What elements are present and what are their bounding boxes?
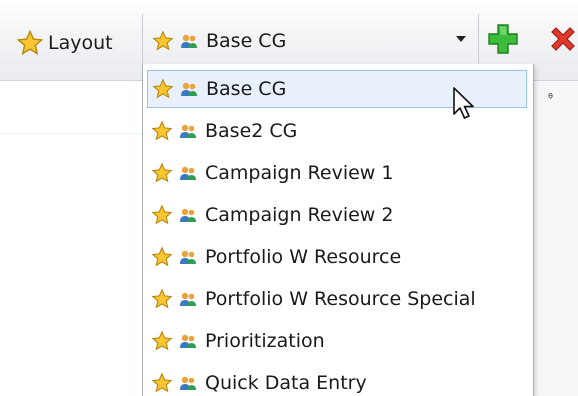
layout-dropdown-list: Base CG Base2 CG Campaign Review 1 Campa…	[142, 64, 534, 396]
dropdown-item-portfolio-w-resource-special[interactable]: Portfolio W Resource Special	[147, 280, 527, 318]
users-icon	[180, 376, 196, 390]
star-icon	[151, 330, 173, 351]
users-icon	[180, 250, 196, 264]
item-icons	[151, 246, 197, 268]
green-plus-icon	[488, 24, 518, 54]
list-item-label: Prioritization	[205, 330, 325, 352]
layout-label: Layout	[48, 32, 113, 54]
star-icon	[151, 162, 173, 183]
dropdown-item-portfolio-w-resource[interactable]: Portfolio W Resource	[147, 238, 527, 276]
star-icon	[151, 246, 173, 267]
star-icon	[151, 372, 173, 393]
toolbar-separator	[478, 14, 479, 70]
right-panel	[532, 81, 578, 396]
pin-icon[interactable]: ᶿ	[548, 92, 553, 107]
users-icon	[181, 82, 197, 96]
users-icon	[180, 166, 196, 180]
layout-select[interactable]: Base CG	[146, 12, 476, 70]
red-x-icon	[551, 27, 575, 51]
remove-layout-button[interactable]	[546, 22, 578, 56]
dropdown-item-campaign-review-1[interactable]: Campaign Review 1	[147, 154, 527, 192]
dropdown-item-prioritization[interactable]: Prioritization	[147, 322, 527, 360]
layout-button[interactable]: Layout	[16, 25, 113, 61]
list-item-label: Campaign Review 1	[205, 162, 394, 184]
left-panel	[0, 81, 142, 396]
star-icon	[151, 120, 173, 141]
add-layout-button[interactable]	[486, 22, 520, 56]
item-icons	[152, 78, 198, 100]
dropdown-item-quick-data-entry[interactable]: Quick Data Entry	[147, 364, 527, 396]
star-icon	[152, 78, 174, 99]
item-icons	[151, 288, 197, 310]
star-icon	[151, 288, 173, 309]
dropdown-item-base-cg[interactable]: Base CG	[147, 70, 527, 108]
dropdown-item-base2-cg[interactable]: Base2 CG	[147, 112, 527, 150]
list-item-label: Portfolio W Resource Special	[205, 288, 476, 310]
list-item-label: Base2 CG	[205, 120, 298, 142]
star-icon	[152, 30, 174, 51]
users-icon	[180, 124, 196, 138]
star-icon	[151, 204, 173, 225]
current-layout-value: Base CG	[206, 30, 287, 52]
toolbar-separator	[142, 14, 143, 70]
dropdown-item-campaign-review-2[interactable]: Campaign Review 2	[147, 196, 527, 234]
panel-divider	[0, 133, 142, 134]
combo-icons	[152, 30, 198, 52]
star-icon	[16, 29, 44, 55]
list-item-label: Campaign Review 2	[205, 204, 394, 226]
item-icons	[151, 162, 197, 184]
users-icon	[180, 292, 196, 306]
item-icons	[151, 204, 197, 226]
item-icons	[151, 120, 197, 142]
users-icon	[180, 334, 196, 348]
item-icons	[151, 330, 197, 352]
list-item-label: Base CG	[206, 78, 287, 100]
users-icon	[181, 34, 197, 48]
chevron-down-icon[interactable]	[456, 36, 466, 42]
list-item-label: Quick Data Entry	[205, 372, 367, 394]
list-item-label: Portfolio W Resource	[205, 246, 402, 268]
users-icon	[180, 208, 196, 222]
item-icons	[151, 372, 197, 394]
